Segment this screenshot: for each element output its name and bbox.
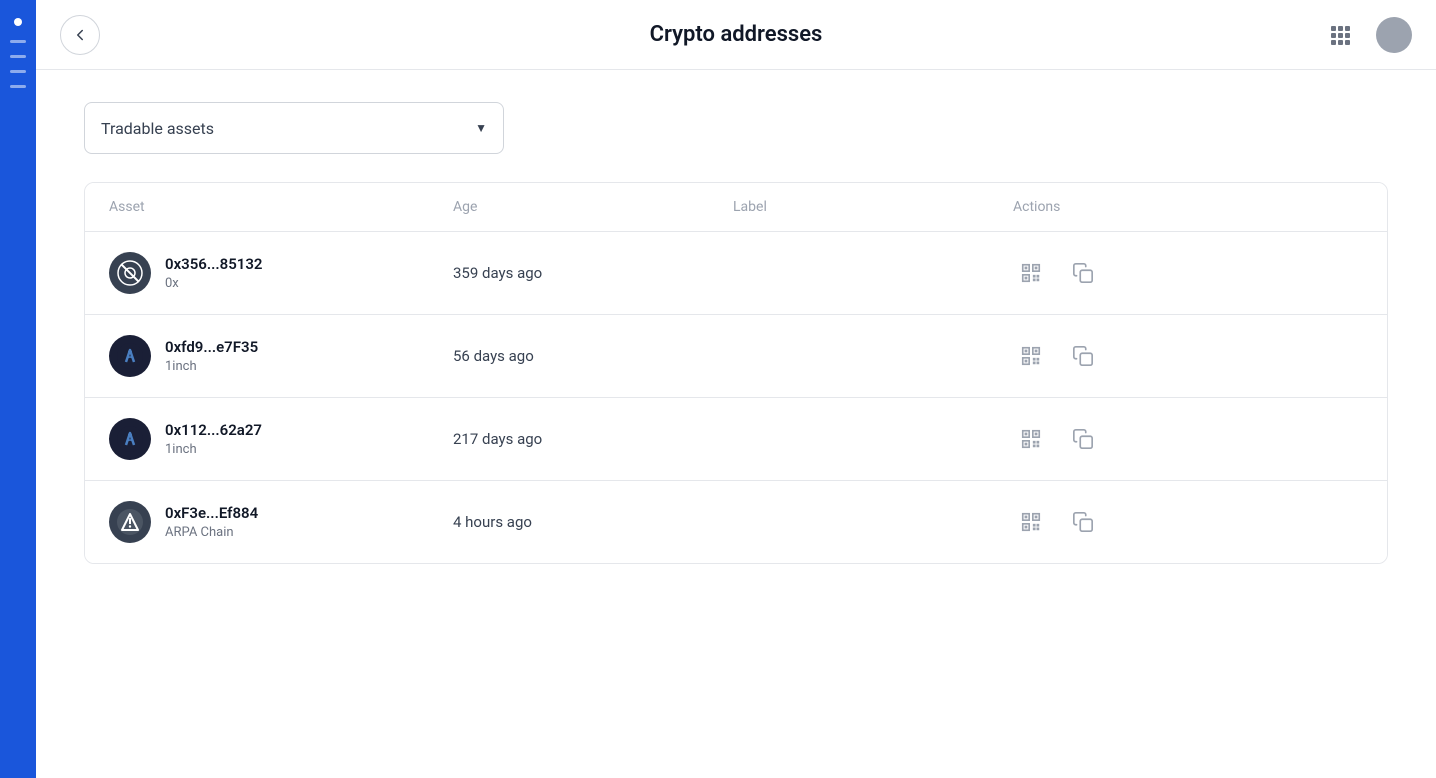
asset-address-0: 0x356...85132 [165, 255, 263, 273]
user-avatar[interactable] [1376, 17, 1412, 53]
asset-icon-2 [109, 418, 151, 460]
copy-button-2[interactable] [1065, 421, 1101, 457]
qr-code-button-3[interactable] [1013, 504, 1049, 540]
actions-cell-1 [1013, 338, 1363, 374]
table-row: 0xF3e...Ef884 ARPA Chain 4 hours ago [85, 481, 1387, 563]
header-actions [1320, 15, 1412, 55]
asset-cell-1: 0xfd9...e7F35 1inch [109, 335, 453, 377]
content-area: Tradable assets ▼ Asset Age Label Action… [36, 70, 1436, 778]
asset-network-1: 1inch [165, 359, 258, 374]
table-header: Asset Age Label Actions [85, 183, 1387, 232]
sidebar [0, 0, 36, 778]
chevron-down-icon: ▼ [475, 121, 487, 135]
column-header-actions: Actions [1013, 199, 1363, 215]
actions-cell-0 [1013, 255, 1363, 291]
back-button[interactable] [60, 15, 100, 55]
age-cell-3: 4 hours ago [453, 513, 733, 531]
asset-info-1: 0xfd9...e7F35 1inch [165, 338, 258, 374]
asset-icon-0 [109, 252, 151, 294]
filter-dropdown[interactable]: Tradable assets ▼ [84, 102, 504, 154]
sidebar-nav-item-1[interactable] [10, 40, 26, 43]
table-row: 0x356...85132 0x 359 days ago [85, 232, 1387, 315]
copy-button-1[interactable] [1065, 338, 1101, 374]
age-cell-0: 359 days ago [453, 264, 733, 282]
sidebar-nav-item-2[interactable] [10, 55, 26, 58]
table-row: 0xfd9...e7F35 1inch 56 days ago [85, 315, 1387, 398]
asset-icon-1 [109, 335, 151, 377]
asset-info-2: 0x112...62a27 1inch [165, 421, 262, 457]
column-header-asset: Asset [109, 199, 453, 215]
qr-code-button-0[interactable] [1013, 255, 1049, 291]
column-header-age: Age [453, 199, 733, 215]
asset-info-3: 0xF3e...Ef884 ARPA Chain [165, 504, 258, 540]
column-header-label: Label [733, 199, 1013, 215]
qr-code-button-1[interactable] [1013, 338, 1049, 374]
asset-cell-3: 0xF3e...Ef884 ARPA Chain [109, 501, 453, 543]
sidebar-indicator [14, 18, 22, 26]
asset-cell-2: 0x112...62a27 1inch [109, 418, 453, 460]
addresses-table: Asset Age Label Actions 0x356 [84, 182, 1388, 564]
age-cell-1: 56 days ago [453, 347, 733, 365]
page-title: Crypto addresses [650, 22, 823, 47]
asset-network-0: 0x [165, 276, 263, 291]
filter-dropdown-label: Tradable assets [101, 119, 214, 138]
age-cell-2: 217 days ago [453, 430, 733, 448]
asset-address-1: 0xfd9...e7F35 [165, 338, 258, 356]
copy-button-3[interactable] [1065, 504, 1101, 540]
actions-cell-2 [1013, 421, 1363, 457]
filter-dropdown-wrapper: Tradable assets ▼ [84, 102, 1388, 154]
qr-code-button-2[interactable] [1013, 421, 1049, 457]
asset-network-2: 1inch [165, 442, 262, 457]
sidebar-nav-item-3[interactable] [10, 70, 26, 73]
asset-icon-3 [109, 501, 151, 543]
table-row: 0x112...62a27 1inch 217 days ago [85, 398, 1387, 481]
header: Crypto addresses [36, 0, 1436, 70]
asset-network-3: ARPA Chain [165, 525, 258, 540]
actions-cell-3 [1013, 504, 1363, 540]
grid-menu-button[interactable] [1320, 15, 1360, 55]
main-content: Crypto addresses [36, 0, 1436, 778]
sidebar-nav-item-4[interactable] [10, 85, 26, 88]
asset-address-2: 0x112...62a27 [165, 421, 262, 439]
asset-info-0: 0x356...85132 0x [165, 255, 263, 291]
asset-address-3: 0xF3e...Ef884 [165, 504, 258, 522]
copy-button-0[interactable] [1065, 255, 1101, 291]
asset-cell-0: 0x356...85132 0x [109, 252, 453, 294]
